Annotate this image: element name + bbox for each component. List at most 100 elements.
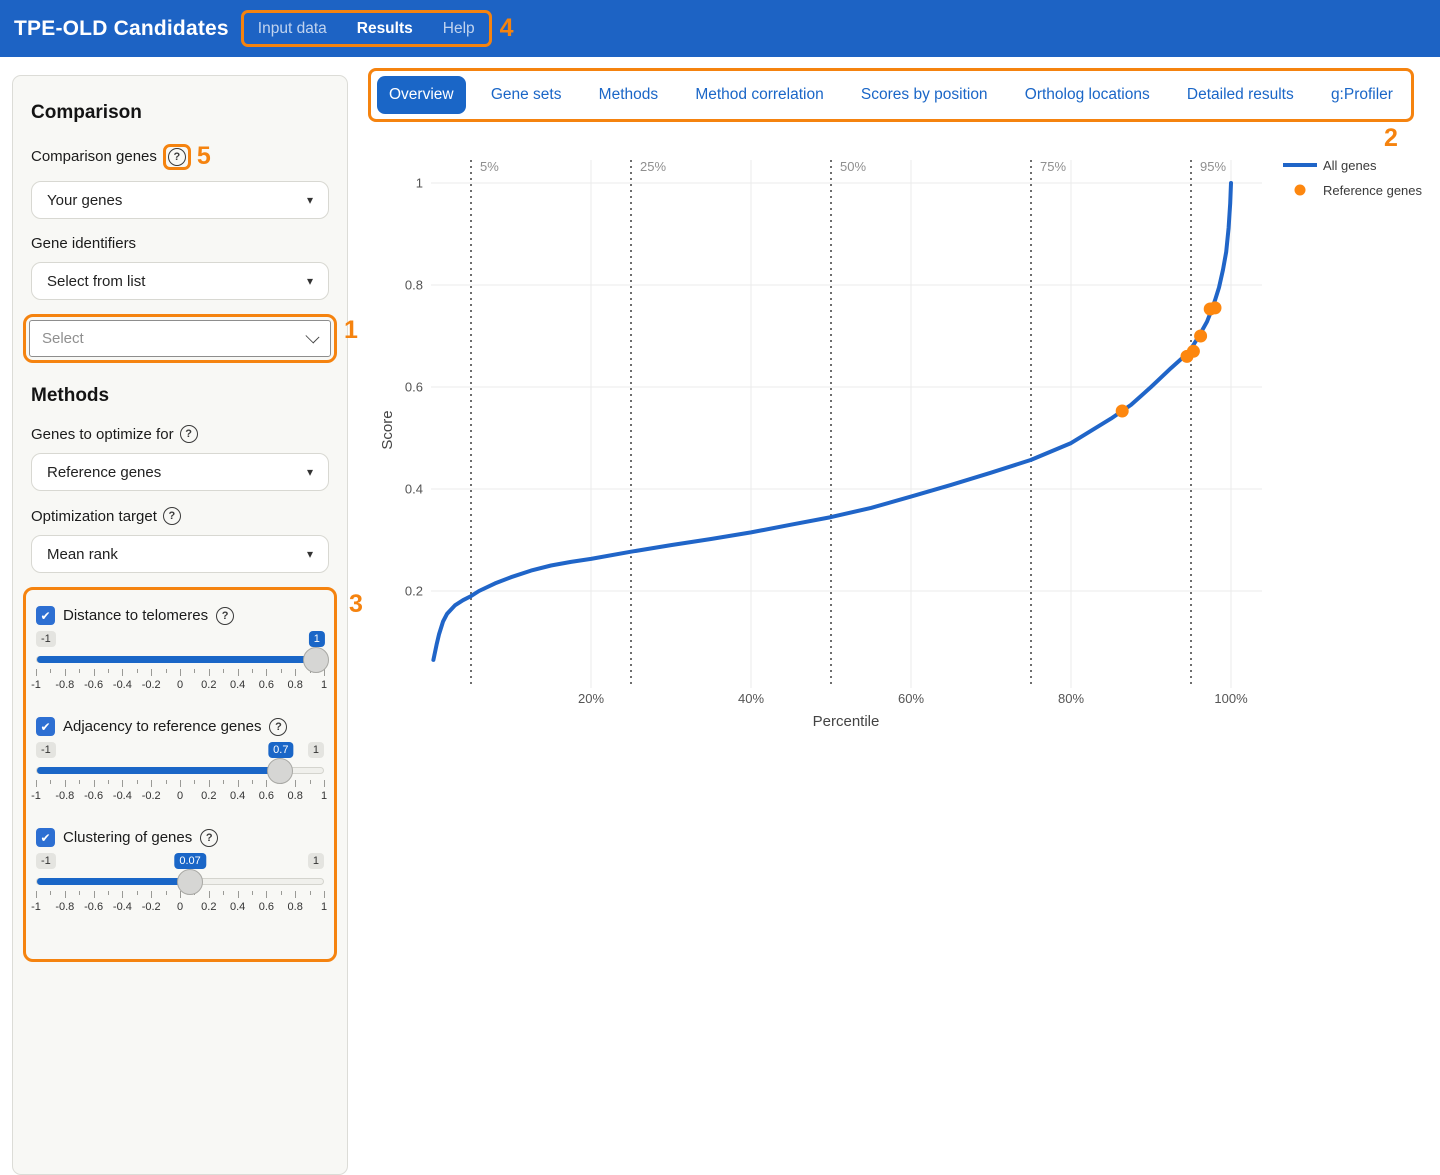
help-icon[interactable]: ? xyxy=(168,148,186,166)
percentile-guide-label: 50% xyxy=(840,159,866,174)
help-icon[interactable]: ? xyxy=(163,507,181,525)
slider-tick xyxy=(166,669,167,673)
x-tick-label: 40% xyxy=(738,691,764,706)
y-tick-label: 0.2 xyxy=(405,584,423,599)
slider-tick xyxy=(65,669,66,676)
slider-tick xyxy=(180,780,181,787)
slider-tick-labels: -1-0.8-0.6-0.4-0.200.20.40.60.81 xyxy=(36,790,324,804)
gene-identifiers-select[interactable]: Select from list ▾ xyxy=(31,262,329,300)
slider-tick xyxy=(108,669,109,673)
slider-tick-label: -0.2 xyxy=(142,901,161,913)
nav-annotation-box: Input data Results Help xyxy=(241,10,492,47)
target-select[interactable]: Mean rank ▾ xyxy=(31,535,329,573)
slider-tick xyxy=(295,669,296,676)
slider-max-badge: 1 xyxy=(308,742,324,758)
slider-tick xyxy=(223,891,224,895)
nav-item-input-data[interactable]: Input data xyxy=(258,20,327,38)
gene-identifiers-value: Select from list xyxy=(47,273,145,290)
slider-tick xyxy=(266,891,267,898)
slider-tick xyxy=(137,669,138,673)
app-header: TPE-OLD Candidates Input data Results Help… xyxy=(0,0,1440,57)
method-control: ✔Adjacency to reference genes?-110.7-1-0… xyxy=(36,717,324,818)
slider-tick-label: 1 xyxy=(321,901,327,913)
annotation-1: 1 xyxy=(344,316,358,345)
method-label: Distance to telomeres xyxy=(63,607,208,624)
x-axis-title: Percentile xyxy=(813,713,880,730)
slider-tick xyxy=(65,780,66,787)
slider-min-badge: -1 xyxy=(36,631,56,647)
tab-detailed-results[interactable]: Detailed results xyxy=(1175,76,1306,114)
all-genes-line xyxy=(433,183,1231,660)
slider-tick xyxy=(50,669,51,673)
slider-tick-label: -0.4 xyxy=(113,790,132,802)
slider-tick-label: 0 xyxy=(177,679,183,691)
slider-tick-label: 0.8 xyxy=(288,679,303,691)
slider-tick xyxy=(281,891,282,895)
legend-dot-swatch xyxy=(1295,185,1306,196)
tab-gene-sets[interactable]: Gene sets xyxy=(479,76,574,114)
slider-fill xyxy=(37,878,190,885)
slider-tick-label: 0.4 xyxy=(230,790,245,802)
slider-rail[interactable] xyxy=(36,767,324,774)
tab-g-profiler[interactable]: g:Profiler xyxy=(1319,76,1405,114)
help-icon[interactable]: ? xyxy=(216,607,234,625)
slider-tick-label: 0 xyxy=(177,901,183,913)
slider-tick-label: 0.6 xyxy=(259,790,274,802)
comparison-genes-value: Your genes xyxy=(47,192,122,209)
slider-rail[interactable] xyxy=(36,878,324,885)
slider-tick xyxy=(223,780,224,784)
slider-tick xyxy=(324,891,325,898)
legend-label-reference-genes: Reference genes xyxy=(1323,183,1423,198)
target-label-row: Optimization target ? xyxy=(31,507,329,525)
slider-tick xyxy=(151,891,152,898)
slider-tick xyxy=(122,669,123,676)
optimize-select[interactable]: Reference genes ▾ xyxy=(31,453,329,491)
slider-tick-label: 0.4 xyxy=(230,901,245,913)
slider-tick xyxy=(151,669,152,676)
method-checkbox[interactable]: ✔ xyxy=(36,606,55,625)
slider-handle[interactable] xyxy=(303,647,329,673)
slider-tick xyxy=(50,891,51,895)
slider-tick xyxy=(137,891,138,895)
overview-chart[interactable]: 0.20.40.60.8120%40%60%80%100%5%25%50%75%… xyxy=(370,140,1440,752)
slider-tick-label: 0.2 xyxy=(201,679,216,691)
tab-ortholog-locations[interactable]: Ortholog locations xyxy=(1013,76,1162,114)
slider-tick-label: 0.2 xyxy=(201,790,216,802)
slider-tick-label: 0.2 xyxy=(201,901,216,913)
slider-tick xyxy=(36,780,37,787)
nav-item-help[interactable]: Help xyxy=(443,20,475,38)
slider-tick xyxy=(36,891,37,898)
slider-tick-label: -0.2 xyxy=(142,790,161,802)
comparison-genes-select[interactable]: Your genes ▾ xyxy=(31,181,329,219)
slider-tick-label: 0 xyxy=(177,790,183,802)
help-icon[interactable]: ? xyxy=(180,425,198,443)
method-checkbox[interactable]: ✔ xyxy=(36,717,55,736)
gene-select-input[interactable]: Select xyxy=(29,320,331,357)
tab-scores-by-position[interactable]: Scores by position xyxy=(849,76,1000,114)
slider-handle[interactable] xyxy=(177,869,203,895)
help-icon[interactable]: ? xyxy=(269,718,287,736)
tab-overview[interactable]: Overview xyxy=(377,76,466,114)
slider-tick-label: 1 xyxy=(321,679,327,691)
help-icon[interactable]: ? xyxy=(200,829,218,847)
tab-methods[interactable]: Methods xyxy=(587,76,670,114)
tabs-annotation-box: Overview Gene sets Methods Method correlati… xyxy=(368,68,1414,122)
methods-annotation-box: ✔Distance to telomeres?-11-1-0.8-0.6-0.4… xyxy=(23,587,337,962)
slider-tick xyxy=(310,891,311,895)
slider-tick xyxy=(310,780,311,784)
nav-item-results[interactable]: Results xyxy=(357,20,413,38)
method-slider: -11-1-0.8-0.6-0.4-0.200.20.40.60.81 xyxy=(36,629,324,707)
tab-method-correlation[interactable]: Method correlation xyxy=(683,76,835,114)
slider-tick-label: -0.2 xyxy=(142,679,161,691)
slider-rail[interactable] xyxy=(36,656,324,663)
slider-handle[interactable] xyxy=(267,758,293,784)
slider-min-badge: -1 xyxy=(36,742,56,758)
target-label: Optimization target xyxy=(31,508,157,525)
slider-tick xyxy=(65,891,66,898)
slider-max-badge: 1 xyxy=(308,853,324,869)
percentile-guide-label: 5% xyxy=(480,159,499,174)
comparison-heading: Comparison xyxy=(31,102,329,124)
y-tick-label: 0.8 xyxy=(405,278,423,293)
method-checkbox[interactable]: ✔ xyxy=(36,828,55,847)
app-title: TPE-OLD Candidates xyxy=(14,17,229,41)
